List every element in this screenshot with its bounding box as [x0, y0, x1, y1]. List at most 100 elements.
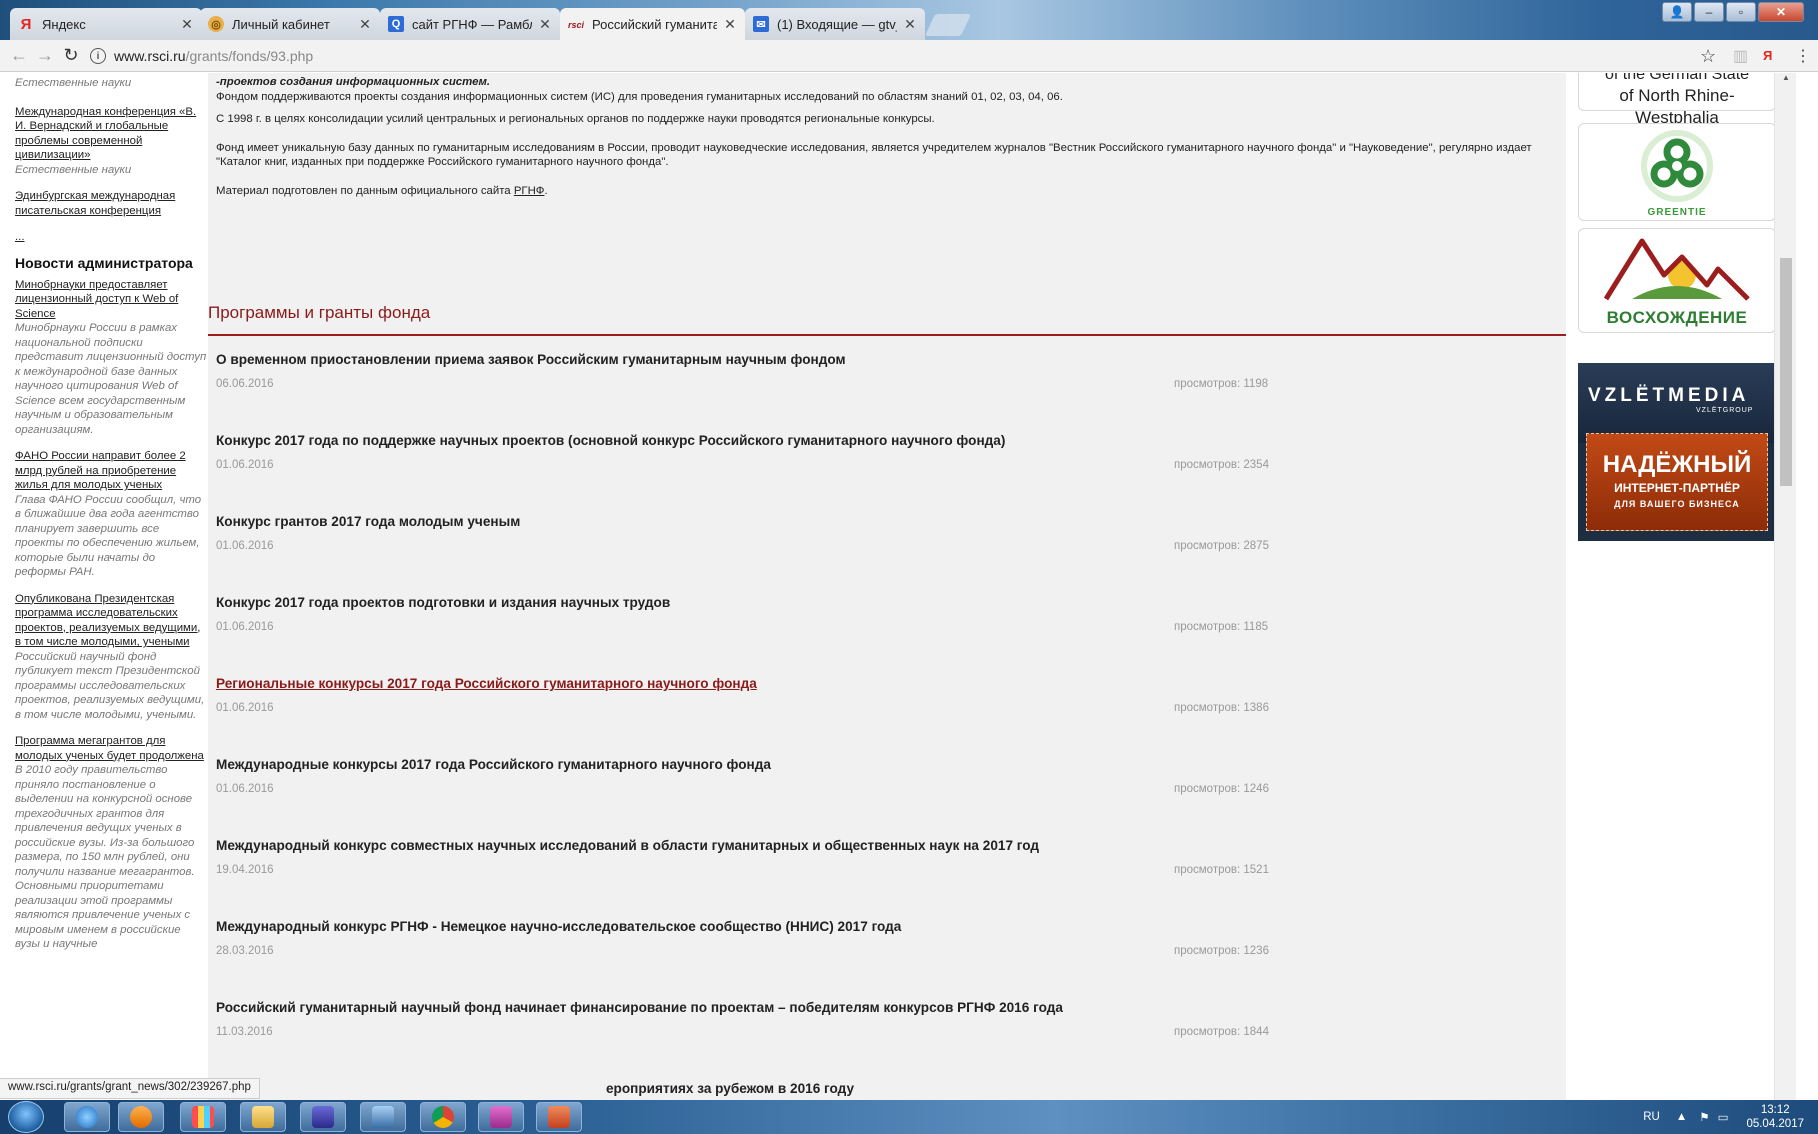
taskbar-media-player-icon[interactable]: [118, 1102, 164, 1132]
program-views: просмотров: 2354: [1174, 459, 1269, 471]
program-item: Российский гуманитарный научный фонд нач…: [216, 1000, 1516, 1038]
vertical-scrollbar[interactable]: ▲: [1774, 73, 1796, 1100]
network-icon[interactable]: ▭: [1718, 1110, 1729, 1124]
browser-toolbar: ← → ↻ i www.rsci.ru/grants/fonds/93.php …: [0, 40, 1818, 72]
category-label: Естественные науки: [15, 163, 132, 176]
taskbar-app-grid-icon[interactable]: [180, 1102, 226, 1132]
tab-cabinet[interactable]: ◎ Личный кабинет ✕: [200, 8, 380, 40]
clock-date: 05.04.2017: [1746, 1118, 1804, 1130]
yandex-extension-icon[interactable]: Я: [1763, 48, 1772, 63]
tab-title: Российский гуманитар: [592, 17, 717, 32]
program-date: 01.06.2016: [216, 783, 274, 795]
rambler-search-icon: Q: [388, 16, 404, 32]
program-views: просмотров: 1185: [1174, 621, 1269, 633]
section-divider: [208, 334, 1566, 336]
program-title[interactable]: Российский гуманитарный научный фонд нач…: [216, 1000, 1516, 1015]
tab-rambler[interactable]: Q сайт РГНФ — Рамблер/ ✕: [380, 8, 560, 40]
scroll-up-arrow-icon[interactable]: ▲: [1775, 73, 1797, 82]
program-views: просмотров: 1198: [1174, 378, 1269, 390]
reload-icon[interactable]: ↻: [58, 45, 84, 66]
action-center-flag-icon[interactable]: ⚑: [1699, 1110, 1709, 1124]
forward-arrow-icon[interactable]: →: [32, 45, 58, 66]
program-date: 01.06.2016: [216, 702, 274, 714]
intro-paragraph: С 1998 г. в целях консолидации усилий це…: [216, 113, 935, 125]
news-desc: Минобрнауки России в рамках национальной…: [15, 322, 207, 436]
system-tray: RU ▲ ⚑ ▭ 13:12 05.04.2017: [1643, 1100, 1818, 1134]
greentie-banner[interactable]: GREENTIE: [1578, 123, 1776, 221]
conference-item: Эдинбургская международная писательская …: [15, 189, 207, 218]
address-bar[interactable]: i www.rsci.ru/grants/fonds/93.php: [90, 44, 1690, 68]
menu-kebab-icon[interactable]: ⋮: [1795, 46, 1811, 66]
scrollbar-thumb[interactable]: [1780, 258, 1792, 486]
news-link[interactable]: Минобрнауки предоставляет лицензионный д…: [15, 279, 178, 320]
bookmark-star-icon[interactable]: ☆: [1700, 46, 1716, 67]
news-link[interactable]: ФАНО России направит более 2 млрд рублей…: [15, 450, 186, 491]
vzlet-group: VZLЁTGROUP: [1696, 407, 1754, 414]
conference-link[interactable]: Эдинбургская международная писательская …: [15, 190, 175, 217]
tab-close-icon[interactable]: ✕: [903, 16, 917, 33]
taskbar-chrome-icon[interactable]: [420, 1102, 466, 1132]
language-indicator[interactable]: RU: [1643, 1111, 1660, 1123]
program-title[interactable]: Конкурс 2017 года проектов подготовки и …: [216, 595, 1516, 610]
browser-tab-strip: Я Яндекс ✕ ◎ Личный кабинет ✕ Q сайт РГН…: [0, 0, 1818, 41]
taskbar-floppy-icon[interactable]: [300, 1102, 346, 1132]
program-item: Региональные конкурсы 2017 года Российск…: [216, 676, 1516, 714]
tab-close-icon[interactable]: ✕: [358, 16, 372, 33]
rgnf-link[interactable]: РГНФ: [514, 185, 545, 197]
vzlet-line3: ДЛЯ ВАШЕГО БИЗНЕСА: [1614, 499, 1740, 509]
taskbar-ie-icon[interactable]: [64, 1102, 110, 1132]
tab-rsci[interactable]: rsci Российский гуманитар ✕: [560, 8, 745, 41]
tab-title: Личный кабинет: [232, 16, 330, 32]
extension-icon[interactable]: ▥: [1733, 46, 1748, 66]
news-link[interactable]: Программа мегагрантов для молодых ученых…: [15, 735, 204, 762]
program-date: 01.06.2016: [216, 621, 274, 633]
nrw-banner[interactable]: of the German State of North Rhine-Westp…: [1578, 73, 1776, 127]
taskbar-computer-icon[interactable]: [360, 1102, 406, 1132]
taskbar-explorer-icon[interactable]: [240, 1102, 286, 1132]
program-title[interactable]: Международный конкурс совместных научных…: [216, 838, 1516, 853]
program-title[interactable]: Региональные конкурсы 2017 года Российск…: [216, 676, 1516, 691]
program-title[interactable]: Конкурс грантов 2017 года молодым ученым: [216, 514, 1516, 529]
vzlet-brand: VZLËTMEDIA: [1588, 385, 1750, 406]
voskhozhdenie-banner[interactable]: ВОСХОЖДЕНИЕ: [1578, 228, 1776, 333]
maximize-button[interactable]: ▫: [1726, 2, 1756, 22]
taskbar-plus-app-icon[interactable]: [478, 1102, 524, 1132]
program-date: 01.06.2016: [216, 540, 274, 552]
program-views: просмотров: 1521: [1174, 864, 1269, 876]
program-title[interactable]: Международные конкурсы 2017 года Российс…: [216, 757, 1516, 772]
back-arrow-icon[interactable]: ←: [6, 45, 32, 66]
tab-close-icon[interactable]: ✕: [180, 16, 194, 33]
tab-title: Яндекс: [42, 16, 86, 32]
news-desc: Глава ФАНО России сообщил, что в ближайш…: [15, 493, 202, 579]
taskbar-powerpoint-icon[interactable]: [536, 1102, 582, 1132]
tab-yandex[interactable]: Я Яндекс ✕: [10, 8, 202, 40]
more-link[interactable]: ...: [15, 230, 207, 245]
minimize-button[interactable]: –: [1694, 2, 1724, 22]
start-button[interactable]: [8, 1101, 44, 1133]
status-bar-url: www.rsci.ru/grants/grant_news/302/239267…: [0, 1078, 260, 1099]
program-title[interactable]: О временном приостановлении приема заяво…: [216, 352, 1516, 367]
url-path: /grants/fonds/93.php: [185, 48, 314, 64]
tab-close-icon[interactable]: ✕: [723, 16, 737, 33]
tab-close-icon[interactable]: ✕: [538, 16, 552, 33]
profile-icon[interactable]: 👤: [1662, 2, 1692, 22]
tab-mail[interactable]: ✉ (1) Входящие — gtv_200 ✕: [745, 8, 925, 40]
new-tab-button[interactable]: [924, 14, 972, 36]
conference-link[interactable]: Международная конференция «В. И. Вернадс…: [15, 106, 196, 162]
news-desc: В 2010 году правительство приняло постан…: [15, 764, 195, 950]
site-info-icon[interactable]: i: [90, 48, 106, 64]
tray-clock[interactable]: 13:12 05.04.2017: [1746, 1103, 1804, 1131]
news-item: Минобрнауки предоставляет лицензионный д…: [15, 278, 207, 438]
program-title[interactable]: Международный конкурс РГНФ - Немецкое на…: [216, 919, 1516, 934]
news-link[interactable]: Опубликована Президентская программа исс…: [15, 593, 200, 649]
program-item: Международные конкурсы 2017 года Российс…: [216, 757, 1516, 795]
vzlet-line2: ИНТЕРНЕТ-ПАРТНЁР: [1614, 481, 1740, 495]
tray-expand-icon[interactable]: ▲: [1676, 1111, 1687, 1123]
news-heading: Новости администратора: [15, 254, 193, 271]
vzlet-banner[interactable]: VZLËTMEDIA VZLЁTGROUP НАДЁЖНЫЙ ИНТЕРНЕТ-…: [1578, 363, 1776, 541]
news-item: Опубликована Президентская программа исс…: [15, 592, 207, 723]
intro-paragraph: Фонд имеет уникальную базу данных по гум…: [216, 141, 1532, 169]
right-ad-column: of the German State of North Rhine-Westp…: [1566, 73, 1796, 1100]
close-window-button[interactable]: ✕: [1758, 2, 1804, 22]
program-title[interactable]: Конкурс 2017 года по поддержке научных п…: [216, 433, 1516, 448]
